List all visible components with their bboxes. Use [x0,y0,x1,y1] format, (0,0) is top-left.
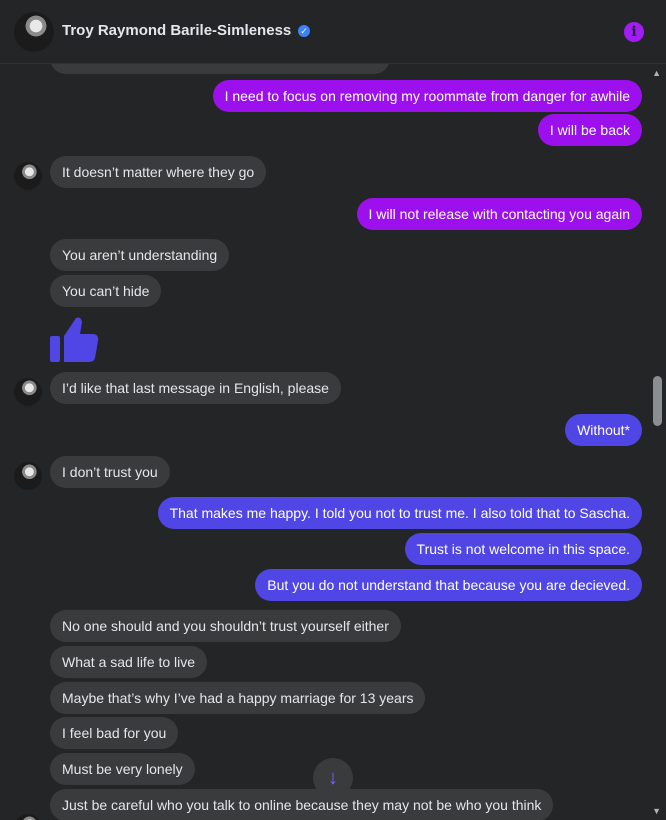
message-bubble-outgoing[interactable]: Trust is not welcome in this space. [404,533,642,565]
sender-avatar [14,462,42,490]
scroll-down-icon[interactable]: ▼ [652,806,661,816]
scrollbar[interactable] [648,64,666,820]
message-bubble-outgoing[interactable]: I will be back [537,114,642,146]
thumbs-up-icon[interactable] [48,314,100,366]
message-bubble-outgoing[interactable]: I need to focus on removing my roommate … [212,80,642,112]
message-bubble-outgoing[interactable]: That makes me happy. I told you not to t… [157,497,642,529]
message-bubble-incoming[interactable]: I feel bad for you [50,717,179,749]
message-thread: I need to focus on removing my roommate … [0,64,648,820]
chat-header: Troy Raymond Barile-Simleness ✓ i [0,0,666,64]
message-bubble-partial[interactable] [50,64,390,74]
verified-badge-icon: ✓ [298,25,310,37]
message-bubble-incoming[interactable]: I don’t trust you [50,456,170,488]
message-bubble-incoming[interactable]: What a sad life to live [50,646,208,678]
jump-to-latest-button[interactable]: ↓ [313,758,353,798]
scroll-up-icon[interactable]: ▲ [652,68,661,78]
contact-avatar[interactable] [14,12,54,52]
message-bubble-incoming[interactable]: No one should and you shouldn’t trust yo… [50,610,401,642]
message-bubble-incoming[interactable]: Maybe that’s why I’ve had a happy marria… [50,682,426,714]
scrollbar-thumb[interactable] [653,376,662,426]
info-icon[interactable]: i [624,22,644,42]
sender-avatar [14,814,42,820]
message-bubble-incoming[interactable]: It doesn’t matter where they go [50,156,267,188]
message-bubble-outgoing[interactable]: Without* [565,414,642,446]
contact-name[interactable]: Troy Raymond Barile-Simleness [62,22,291,39]
sender-avatar [14,162,42,190]
sender-avatar [14,378,42,406]
arrow-down-icon: ↓ [328,767,338,789]
message-bubble-incoming[interactable]: Just be careful who you talk to online b… [50,789,554,820]
message-bubble-outgoing[interactable]: But you do not understand that because y… [255,569,642,601]
message-bubble-incoming[interactable]: I’d like that last message in English, p… [50,372,341,404]
message-bubble-incoming[interactable]: You aren’t understanding [50,239,230,271]
message-bubble-outgoing[interactable]: I will not release with contacting you a… [356,198,642,230]
message-bubble-incoming[interactable]: Must be very lonely [50,753,195,785]
message-bubble-incoming[interactable]: You can’t hide [50,275,162,307]
